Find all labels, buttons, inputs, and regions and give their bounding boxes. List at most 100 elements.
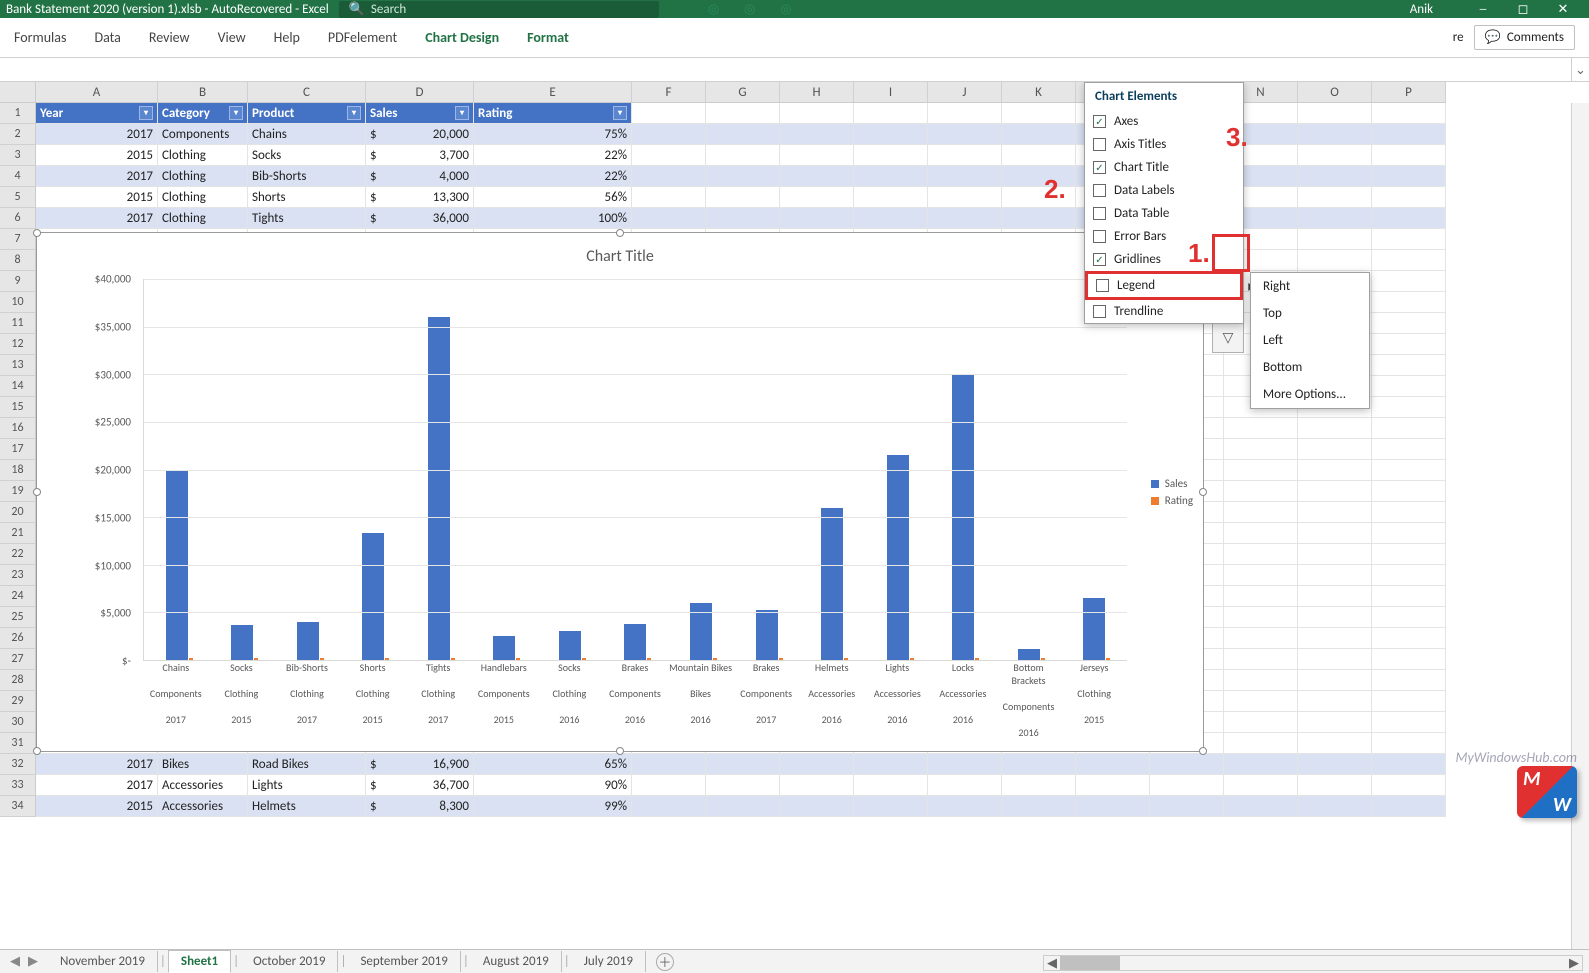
bar-rating[interactable] xyxy=(320,658,324,660)
col-header-A[interactable]: A xyxy=(36,82,158,103)
cell[interactable]: $4,000 xyxy=(366,166,474,187)
minimize-button[interactable]: ─ xyxy=(1463,0,1503,18)
cell[interactable]: Clothing xyxy=(158,166,248,187)
cell[interactable]: 2017 xyxy=(36,208,158,229)
row-header-13[interactable]: 13 xyxy=(0,355,36,376)
cell[interactable] xyxy=(1076,796,1150,817)
ribbon-tab-format[interactable]: Format xyxy=(527,18,569,57)
cell[interactable]: Year▾ xyxy=(36,103,158,124)
sheet-tab-november-2019[interactable]: November 2019 xyxy=(48,951,158,972)
cell[interactable]: 65% xyxy=(474,754,632,775)
cell[interactable] xyxy=(1298,229,1372,250)
cell[interactable] xyxy=(1372,187,1446,208)
cell[interactable]: Lights xyxy=(248,775,366,796)
chart-plot-area[interactable]: $-$5,000$10,000$15,000$20,000$25,000$30,… xyxy=(83,279,1127,661)
cell[interactable] xyxy=(1372,439,1446,460)
row-header-16[interactable]: 16 xyxy=(0,418,36,439)
cell[interactable]: Shorts xyxy=(248,187,366,208)
cell[interactable] xyxy=(706,145,780,166)
vertical-scrollbar[interactable] xyxy=(1571,103,1589,949)
cell[interactable] xyxy=(1298,103,1372,124)
col-header-D[interactable]: D xyxy=(366,82,474,103)
cell[interactable] xyxy=(1298,733,1372,754)
legend-position-bottom[interactable]: Bottom xyxy=(1251,354,1369,381)
maximize-button[interactable]: ◻ xyxy=(1503,0,1543,18)
cell[interactable] xyxy=(1372,397,1446,418)
row-header-22[interactable]: 22 xyxy=(0,544,36,565)
checkbox[interactable] xyxy=(1093,184,1106,197)
chart-element-option-data-table[interactable]: Data Table xyxy=(1085,202,1243,225)
cell[interactable] xyxy=(780,208,854,229)
filter-button[interactable]: ▾ xyxy=(455,106,469,120)
col-header-F[interactable]: F xyxy=(632,82,706,103)
bar-sales[interactable] xyxy=(428,317,450,660)
cell[interactable] xyxy=(1224,628,1298,649)
cell[interactable] xyxy=(1298,670,1372,691)
row-header-10[interactable]: 10 xyxy=(0,292,36,313)
cell[interactable] xyxy=(1224,565,1298,586)
row-header-21[interactable]: 21 xyxy=(0,523,36,544)
cell[interactable]: $3,700 xyxy=(366,145,474,166)
bar-sales[interactable] xyxy=(362,533,384,660)
cell[interactable]: 2015 xyxy=(36,145,158,166)
legend-position-left[interactable]: Left xyxy=(1251,327,1369,354)
ribbon-tab-review[interactable]: Review xyxy=(149,18,190,57)
cell[interactable] xyxy=(780,166,854,187)
chart-elements-panel[interactable]: Chart Elements ✓AxesAxis Titles✓Chart Ti… xyxy=(1084,82,1244,324)
cell[interactable] xyxy=(1298,460,1372,481)
checkbox[interactable] xyxy=(1093,305,1106,318)
cell[interactable] xyxy=(1372,418,1446,439)
row-header-29[interactable]: 29 xyxy=(0,691,36,712)
cell[interactable] xyxy=(1224,754,1298,775)
ribbon-tab-view[interactable]: View xyxy=(218,18,246,57)
cell[interactable] xyxy=(1372,271,1446,292)
cell[interactable] xyxy=(706,187,780,208)
cell[interactable] xyxy=(780,754,854,775)
cell[interactable] xyxy=(706,166,780,187)
cell[interactable] xyxy=(854,145,928,166)
cell[interactable] xyxy=(1372,355,1446,376)
cell[interactable] xyxy=(1224,523,1298,544)
col-header-I[interactable]: I xyxy=(854,82,928,103)
bar-rating[interactable] xyxy=(647,658,651,660)
cell[interactable] xyxy=(1372,334,1446,355)
cell[interactable]: 99% xyxy=(474,796,632,817)
new-sheet-button[interactable]: ＋ xyxy=(656,953,674,971)
scroll-left[interactable]: ◀ xyxy=(1044,956,1060,971)
cell[interactable] xyxy=(1224,712,1298,733)
col-header-K[interactable]: K xyxy=(1002,82,1076,103)
cell[interactable]: $16,900 xyxy=(366,754,474,775)
cell[interactable] xyxy=(1372,796,1446,817)
checkbox[interactable] xyxy=(1093,138,1106,151)
cell[interactable] xyxy=(1224,460,1298,481)
cell[interactable]: Tights xyxy=(248,208,366,229)
bar-rating[interactable] xyxy=(1041,658,1045,660)
cell[interactable] xyxy=(1372,607,1446,628)
cell[interactable]: Accessories xyxy=(158,775,248,796)
cell[interactable] xyxy=(1372,628,1446,649)
cell[interactable] xyxy=(1224,733,1298,754)
cell[interactable]: Chains xyxy=(248,124,366,145)
cell[interactable] xyxy=(928,796,1002,817)
row-header-18[interactable]: 18 xyxy=(0,460,36,481)
cell[interactable] xyxy=(632,103,706,124)
cell[interactable]: 22% xyxy=(474,145,632,166)
sheet-tab-october-2019[interactable]: October 2019 xyxy=(241,951,338,972)
cell[interactable] xyxy=(1298,502,1372,523)
row-header-17[interactable]: 17 xyxy=(0,439,36,460)
row-header-25[interactable]: 25 xyxy=(0,607,36,628)
cell[interactable] xyxy=(1298,565,1372,586)
cell[interactable] xyxy=(632,208,706,229)
cell[interactable] xyxy=(1002,775,1076,796)
row-header-8[interactable]: 8 xyxy=(0,250,36,271)
cell[interactable] xyxy=(1372,670,1446,691)
cell[interactable] xyxy=(854,796,928,817)
cell[interactable]: Rating▾ xyxy=(474,103,632,124)
filter-button[interactable]: ▾ xyxy=(613,106,627,120)
cell[interactable] xyxy=(632,187,706,208)
row-header-32[interactable]: 32 xyxy=(0,754,36,775)
cell[interactable] xyxy=(706,103,780,124)
row-header-23[interactable]: 23 xyxy=(0,565,36,586)
cell[interactable] xyxy=(632,775,706,796)
cell[interactable]: Accessories xyxy=(158,796,248,817)
